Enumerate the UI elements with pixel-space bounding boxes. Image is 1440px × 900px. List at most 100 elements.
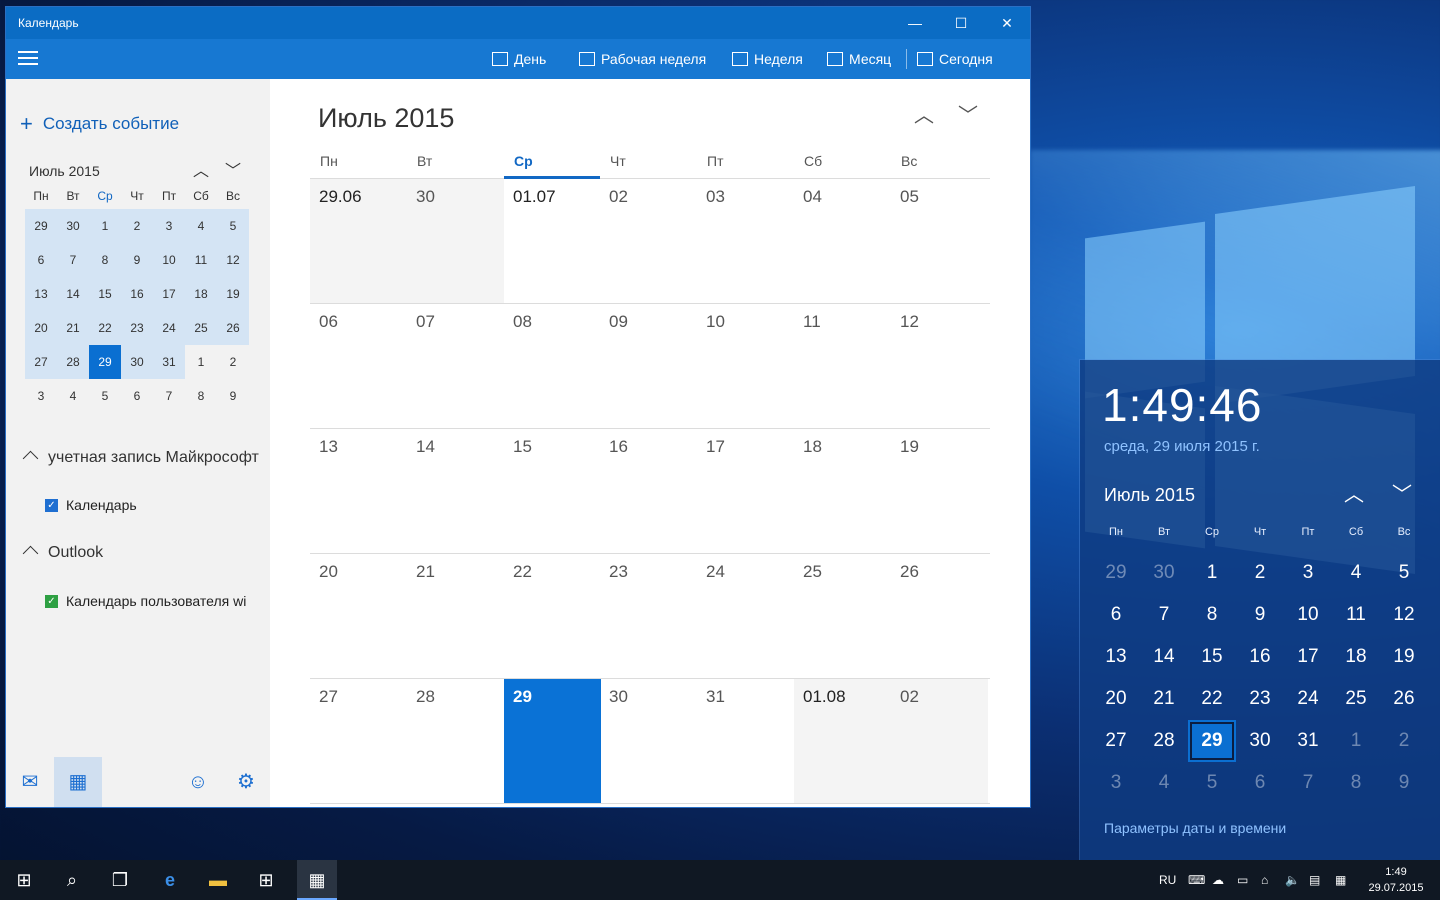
- today-button[interactable]: Сегодня: [917, 39, 993, 79]
- flyout-day[interactable]: 4: [1140, 762, 1188, 804]
- feedback-smiley-icon[interactable]: ☺: [174, 757, 222, 807]
- flyout-day[interactable]: 26: [1380, 678, 1428, 720]
- mini-day[interactable]: 13: [25, 277, 57, 311]
- day-cell[interactable]: 03: [697, 179, 794, 303]
- day-cell[interactable]: 01.07: [504, 179, 601, 303]
- flyout-day[interactable]: 13: [1092, 636, 1140, 678]
- flyout-day[interactable]: 16: [1236, 636, 1284, 678]
- file-explorer-folder-icon[interactable]: ▬: [194, 860, 242, 900]
- mini-day[interactable]: 10: [153, 243, 185, 277]
- mini-day[interactable]: 26: [217, 311, 249, 345]
- flyout-day[interactable]: 7: [1140, 594, 1188, 636]
- mini-day[interactable]: 22: [89, 311, 121, 345]
- battery-icon[interactable]: ▭: [1237, 860, 1248, 900]
- mini-day[interactable]: 5: [89, 379, 121, 413]
- day-cell[interactable]: 07: [407, 304, 504, 428]
- day-cell[interactable]: 02: [600, 179, 697, 303]
- flyout-day[interactable]: 18: [1332, 636, 1380, 678]
- mini-day[interactable]: 3: [25, 379, 57, 413]
- flyout-day[interactable]: 29: [1092, 552, 1140, 594]
- flyout-day[interactable]: 3: [1284, 552, 1332, 594]
- flyout-day[interactable]: 30: [1236, 720, 1284, 762]
- flyout-day[interactable]: 25: [1332, 678, 1380, 720]
- flyout-day[interactable]: 5: [1380, 552, 1428, 594]
- date-time-settings-link[interactable]: Параметры даты и времени: [1104, 820, 1286, 836]
- chevron-down-icon[interactable]: ﹀: [1392, 478, 1412, 507]
- mini-day[interactable]: 29: [89, 345, 121, 379]
- mini-day[interactable]: 2: [121, 209, 153, 243]
- flyout-day[interactable]: 5: [1188, 762, 1236, 804]
- mini-day[interactable]: 16: [121, 277, 153, 311]
- account-section-outlook[interactable]: Outlook: [21, 544, 266, 562]
- mini-day[interactable]: 5: [217, 209, 249, 243]
- flyout-day[interactable]: 23: [1236, 678, 1284, 720]
- flyout-day[interactable]: 28: [1140, 720, 1188, 762]
- account-section-microsoft[interactable]: учетная запись Майкрософт: [21, 449, 266, 467]
- day-cell[interactable]: 12: [891, 304, 988, 428]
- mini-day[interactable]: 7: [57, 243, 89, 277]
- mini-day[interactable]: 18: [185, 277, 217, 311]
- week-view-button[interactable]: Неделя: [732, 39, 803, 79]
- chevron-up-icon[interactable]: ︿: [1344, 478, 1364, 507]
- next-month-chevron-down-icon[interactable]: ﹀: [958, 99, 978, 127]
- store-bag-icon[interactable]: ⊞: [242, 860, 290, 900]
- mail-icon[interactable]: ✉: [6, 757, 54, 807]
- day-cell[interactable]: 13: [310, 429, 407, 553]
- checkbox-checked-icon[interactable]: ✓: [45, 594, 58, 608]
- taskbar-clock[interactable]: 1:49 29.07.2015: [1366, 864, 1426, 896]
- day-view-button[interactable]: День: [492, 39, 546, 79]
- calendar-toggle-outlook[interactable]: ✓ Календарь пользователя wi: [45, 593, 255, 609]
- flyout-day[interactable]: 21: [1140, 678, 1188, 720]
- flyout-day[interactable]: 7: [1284, 762, 1332, 804]
- day-cell[interactable]: 16: [600, 429, 697, 553]
- day-cell[interactable]: 31: [697, 679, 794, 803]
- mini-day[interactable]: 4: [57, 379, 89, 413]
- day-cell[interactable]: 08: [504, 304, 601, 428]
- mini-day[interactable]: 12: [217, 243, 249, 277]
- search-icon[interactable]: ⌕: [48, 860, 96, 900]
- work-week-view-button[interactable]: Рабочая неделя: [579, 39, 706, 79]
- day-cell[interactable]: 17: [697, 429, 794, 553]
- chevron-down-icon[interactable]: ﹀: [225, 157, 241, 181]
- flyout-day[interactable]: 2: [1236, 552, 1284, 594]
- mini-day[interactable]: 11: [185, 243, 217, 277]
- flyout-day[interactable]: 8: [1332, 762, 1380, 804]
- mini-day[interactable]: 14: [57, 277, 89, 311]
- mini-day[interactable]: 9: [217, 379, 249, 413]
- input-language-indicator[interactable]: RU: [1159, 860, 1176, 900]
- task-view-icon[interactable]: ❐: [96, 860, 144, 900]
- flyout-day[interactable]: 27: [1092, 720, 1140, 762]
- onedrive-cloud-icon[interactable]: ☁: [1212, 860, 1224, 900]
- flyout-day[interactable]: 15: [1188, 636, 1236, 678]
- mini-day[interactable]: 17: [153, 277, 185, 311]
- day-cell[interactable]: 23: [600, 554, 697, 678]
- mini-day[interactable]: 3: [153, 209, 185, 243]
- mini-day[interactable]: 29: [25, 209, 57, 243]
- day-cell[interactable]: 01.08: [794, 679, 891, 803]
- mini-day[interactable]: 9: [121, 243, 153, 277]
- mini-day[interactable]: 19: [217, 277, 249, 311]
- calendar-icon[interactable]: ▦: [54, 757, 102, 807]
- flyout-day[interactable]: 6: [1092, 594, 1140, 636]
- close-button[interactable]: ✕: [984, 7, 1030, 39]
- mini-day[interactable]: 15: [89, 277, 121, 311]
- flyout-day[interactable]: 24: [1284, 678, 1332, 720]
- mini-day[interactable]: 28: [57, 345, 89, 379]
- day-cell[interactable]: 14: [407, 429, 504, 553]
- flyout-day[interactable]: 19: [1380, 636, 1428, 678]
- flyout-day[interactable]: 1: [1332, 720, 1380, 762]
- day-cell[interactable]: 19: [891, 429, 988, 553]
- mini-day[interactable]: 21: [57, 311, 89, 345]
- flyout-day[interactable]: 9: [1380, 762, 1428, 804]
- day-cell[interactable]: 27: [310, 679, 407, 803]
- calendar-toggle-microsoft[interactable]: ✓ Календарь: [45, 497, 255, 513]
- flyout-day[interactable]: 22: [1188, 678, 1236, 720]
- day-cell[interactable]: 30: [600, 679, 697, 803]
- hamburger-menu-icon[interactable]: [18, 51, 38, 67]
- day-cell[interactable]: 29.06: [310, 179, 407, 303]
- day-cell[interactable]: 15: [504, 429, 601, 553]
- day-cell[interactable]: 05: [891, 179, 988, 303]
- minimize-button[interactable]: —: [892, 7, 938, 39]
- mini-day[interactable]: 20: [25, 311, 57, 345]
- checkbox-checked-icon[interactable]: ✓: [45, 498, 58, 512]
